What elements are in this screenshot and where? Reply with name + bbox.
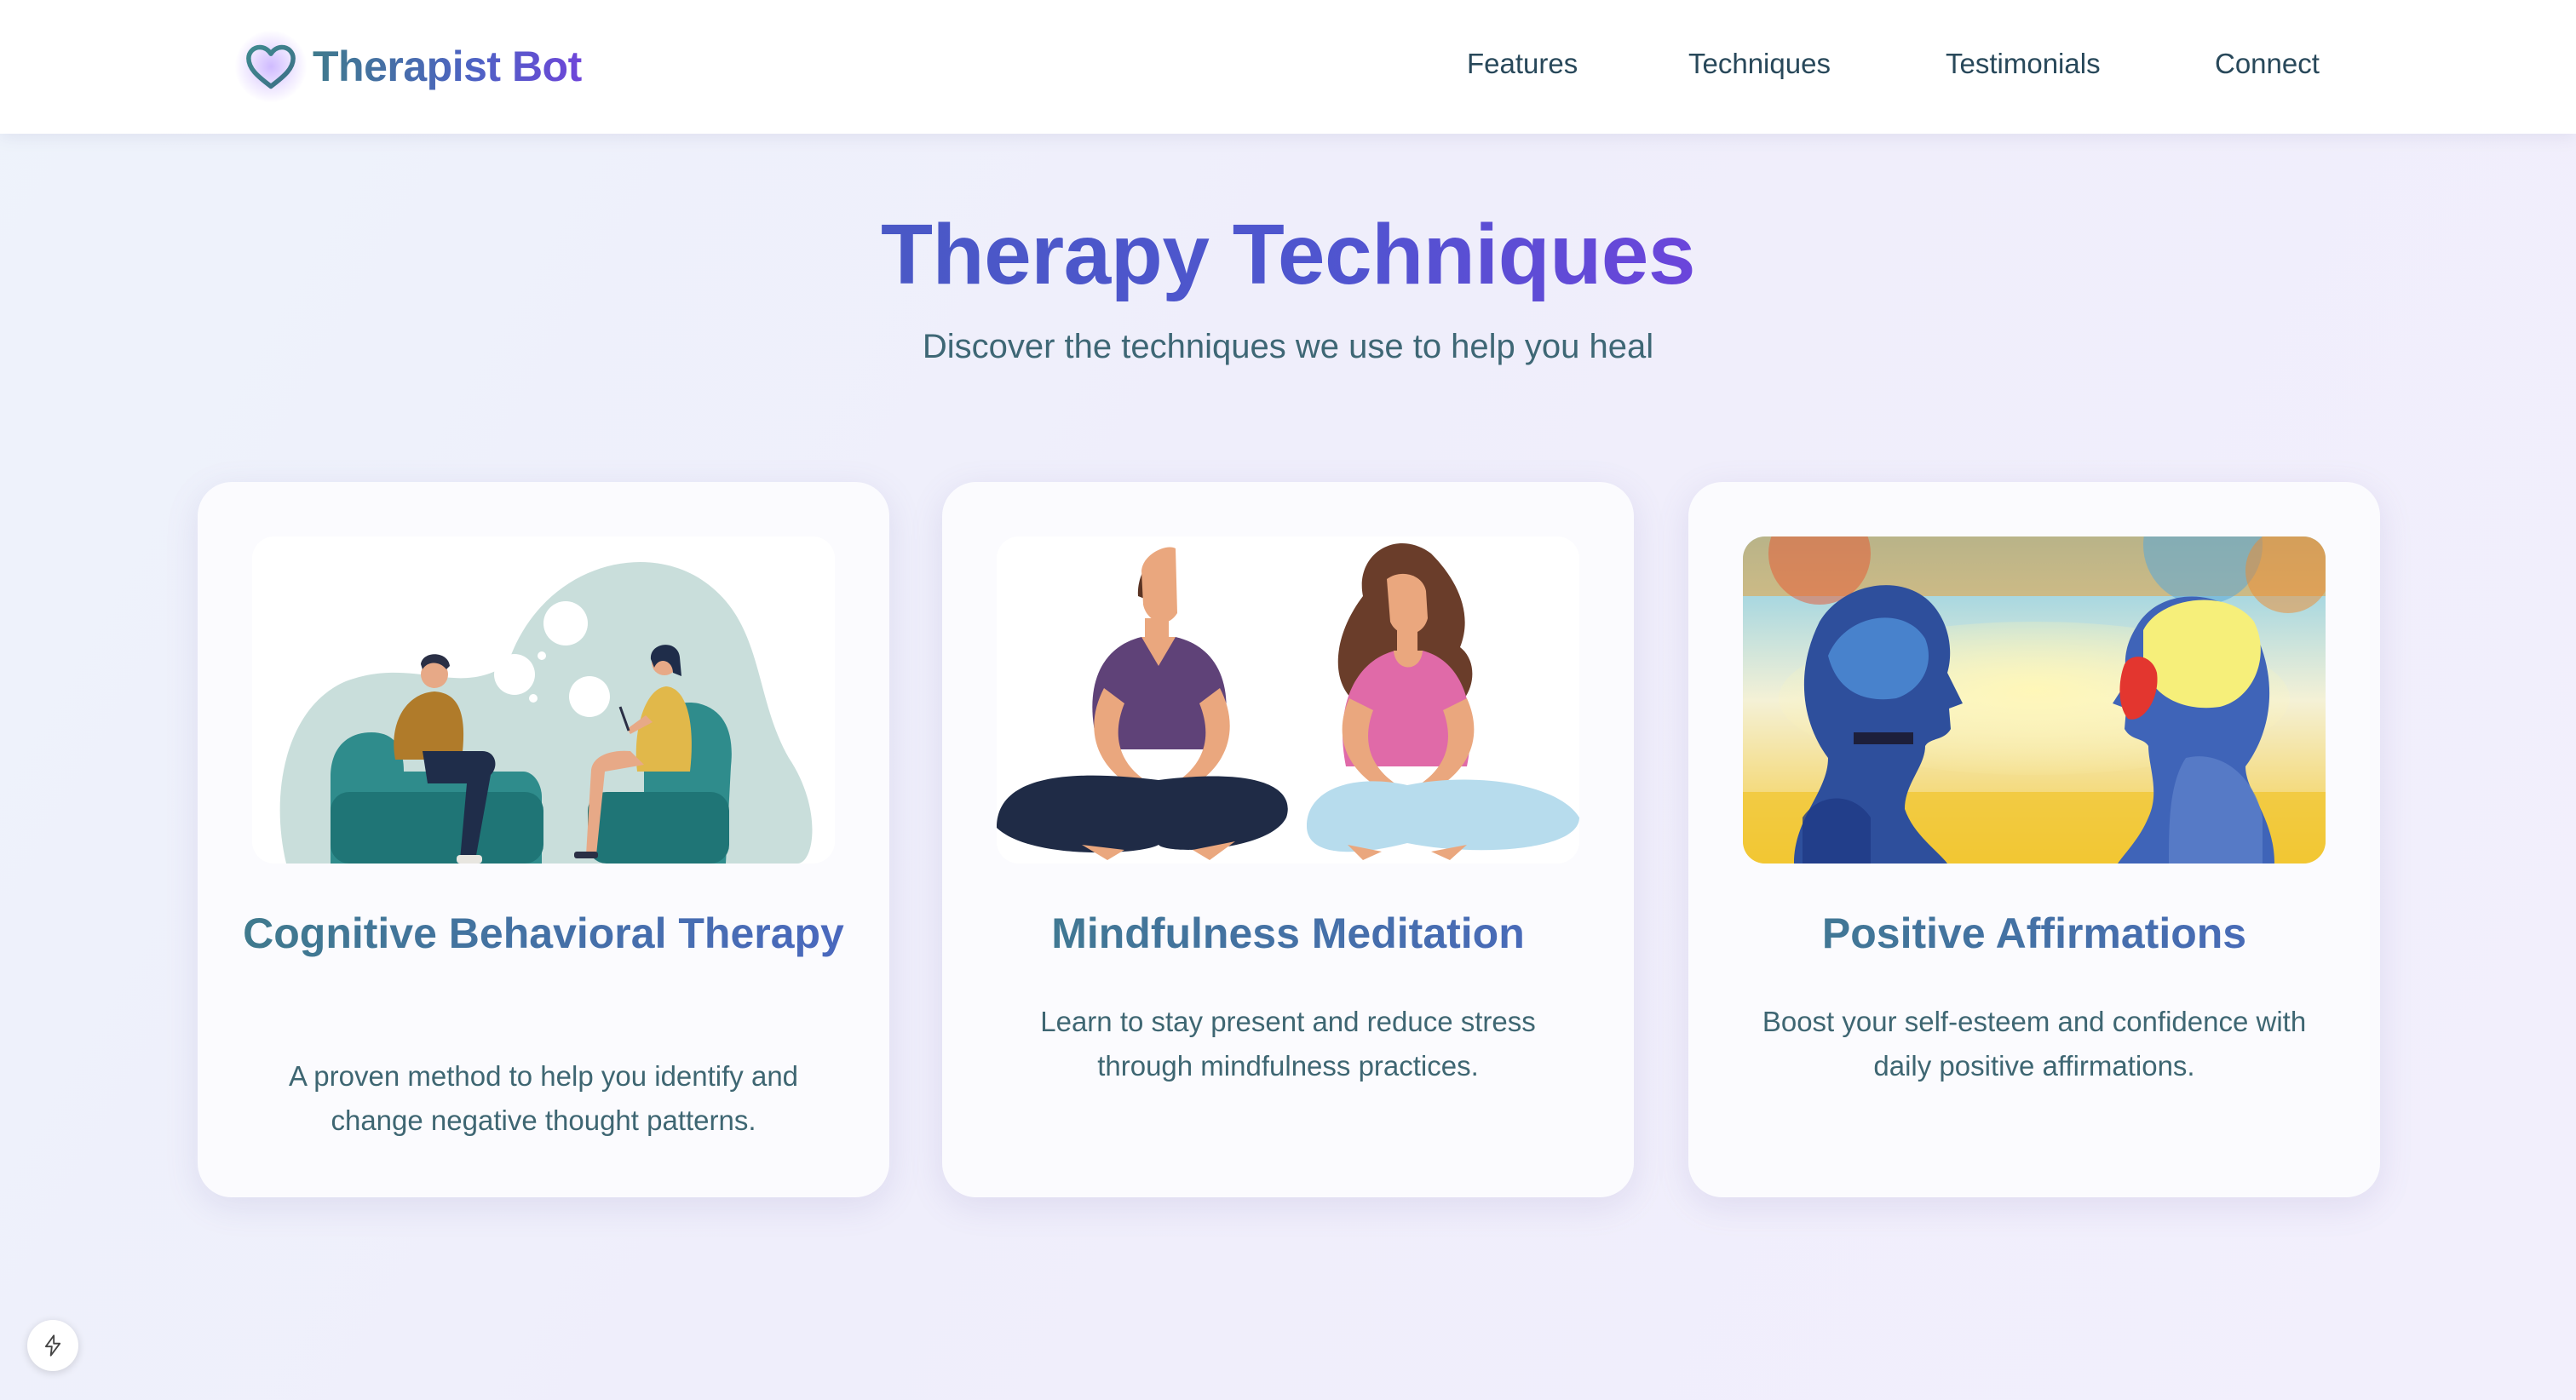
nav-link-features[interactable]: Features [1467,48,1578,80]
top-navbar: Therapist Bot Features Techniques Testim… [0,0,2576,134]
watercolor-heads-painting [1743,536,2326,864]
card-title: Cognitive Behavioral Therapy [232,906,855,961]
technique-card-affirmations[interactable]: Positive Affirmations Boost your self-es… [1688,482,2380,1197]
technique-card-mindfulness[interactable]: Mindfulness Meditation Learn to stay pre… [942,482,1634,1197]
lightning-icon [44,1334,61,1357]
technique-card-cbt[interactable]: Cognitive Behavioral Therapy A proven me… [198,482,889,1197]
brand-name: Therapist Bot [313,43,582,90]
nav-link-testimonials[interactable]: Testimonials [1946,48,2101,80]
brand-logo[interactable]: Therapist Bot [235,31,582,102]
heart-icon [246,44,296,89]
card-title: Mindfulness Meditation [976,906,1600,961]
card-description: Learn to stay present and reduce stress … [1040,1006,1536,1082]
nav-link-connect[interactable]: Connect [2215,48,2320,80]
meditating-couple-illustration [997,536,1579,864]
card-description: A proven method to help you identify and… [288,1060,799,1136]
card-description: Boost your self-esteem and confidence wi… [1762,1006,2307,1082]
section-subtitle: Discover the techniques we use to help y… [922,328,1654,365]
floating-badge[interactable] [27,1320,78,1371]
section-title: Therapy Techniques [880,207,1696,302]
therapy-session-illustration [252,536,835,864]
nav-link-techniques[interactable]: Techniques [1688,48,1831,80]
card-title: Positive Affirmations [1722,906,2346,961]
